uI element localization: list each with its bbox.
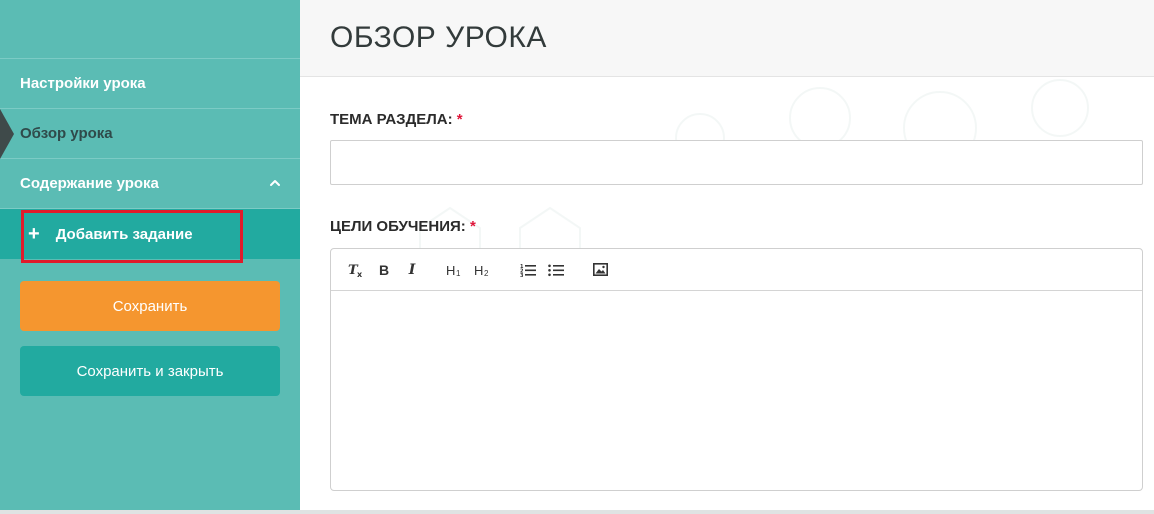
- plus-icon: +: [28, 223, 40, 245]
- clear-format-button[interactable]: T x: [345, 258, 367, 282]
- clear-format-icon: T x: [348, 263, 363, 278]
- ordered-list-icon: 1 2 3: [520, 264, 536, 277]
- bullet-list-icon: [548, 264, 564, 276]
- heading-1-button[interactable]: H 1: [445, 258, 467, 282]
- learning-goals-label-text: ЦЕЛИ ОБУЧЕНИЯ:: [330, 218, 466, 235]
- learning-goals-text-area[interactable]: [331, 291, 1142, 490]
- learning-goals-label: ЦЕЛИ ОБУЧЕНИЯ: *: [330, 218, 476, 235]
- bottom-edge: [0, 510, 1154, 514]
- sidebar-item-label: Содержание урока: [20, 175, 159, 192]
- sidebar-item-lesson-content[interactable]: Содержание урока: [0, 159, 300, 209]
- sidebar-item-lesson-overview[interactable]: Обзор урока: [0, 109, 300, 159]
- add-task-label: Добавить задание: [55, 225, 193, 243]
- page-header: ОБЗОР УРОКА: [300, 0, 1154, 77]
- sidebar-top-spacer: [0, 0, 300, 59]
- main-panel: ОБЗОР УРОКА ТЕМА РАЗДЕЛА: * ЦЕЛИ ОБУЧЕНИ…: [300, 0, 1154, 510]
- page-title: ОБЗОР УРОКА: [330, 21, 547, 54]
- svg-text:2: 2: [484, 269, 489, 278]
- heading-1-icon: H 1: [446, 263, 461, 278]
- required-asterisk: *: [456, 111, 463, 128]
- image-icon: [592, 263, 608, 276]
- topic-label: ТЕМА РАЗДЕЛА: *: [330, 111, 463, 128]
- bold-button[interactable]: B: [373, 258, 395, 282]
- sidebar-item-label: Настройки урока: [20, 75, 146, 92]
- italic-button[interactable]: I: [401, 258, 423, 282]
- bullet-list-button[interactable]: [545, 258, 567, 282]
- chevron-up-icon[interactable]: [268, 176, 282, 190]
- save-button[interactable]: Сохранить: [20, 281, 280, 331]
- sidebar-item-label: Обзор урока: [20, 125, 113, 142]
- svg-text:3: 3: [520, 273, 524, 277]
- editor-toolbar: T x B I H 1 H 2 1 2 3: [331, 249, 1142, 291]
- heading-2-icon: H 2: [474, 263, 489, 278]
- insert-image-button[interactable]: [589, 258, 611, 282]
- learning-goals-editor: T x B I H 1 H 2 1 2 3: [330, 248, 1143, 491]
- svg-text:H: H: [446, 263, 455, 278]
- sidebar-item-lesson-settings[interactable]: Настройки урока: [0, 59, 300, 109]
- sidebar: Настройки урока Обзор урока Содержание у…: [0, 0, 300, 510]
- active-indicator-arrow: [0, 109, 14, 159]
- required-asterisk: *: [469, 218, 476, 235]
- svg-text:x: x: [357, 270, 363, 278]
- ordered-list-button[interactable]: 1 2 3: [517, 258, 539, 282]
- topic-input[interactable]: [330, 140, 1143, 185]
- heading-2-button[interactable]: H 2: [473, 258, 495, 282]
- svg-text:H: H: [474, 263, 483, 278]
- svg-text:1: 1: [456, 269, 461, 278]
- topic-label-text: ТЕМА РАЗДЕЛА:: [330, 111, 453, 128]
- save-and-close-button[interactable]: Сохранить и закрыть: [20, 346, 280, 396]
- add-task-button[interactable]: + Добавить задание: [0, 209, 300, 263]
